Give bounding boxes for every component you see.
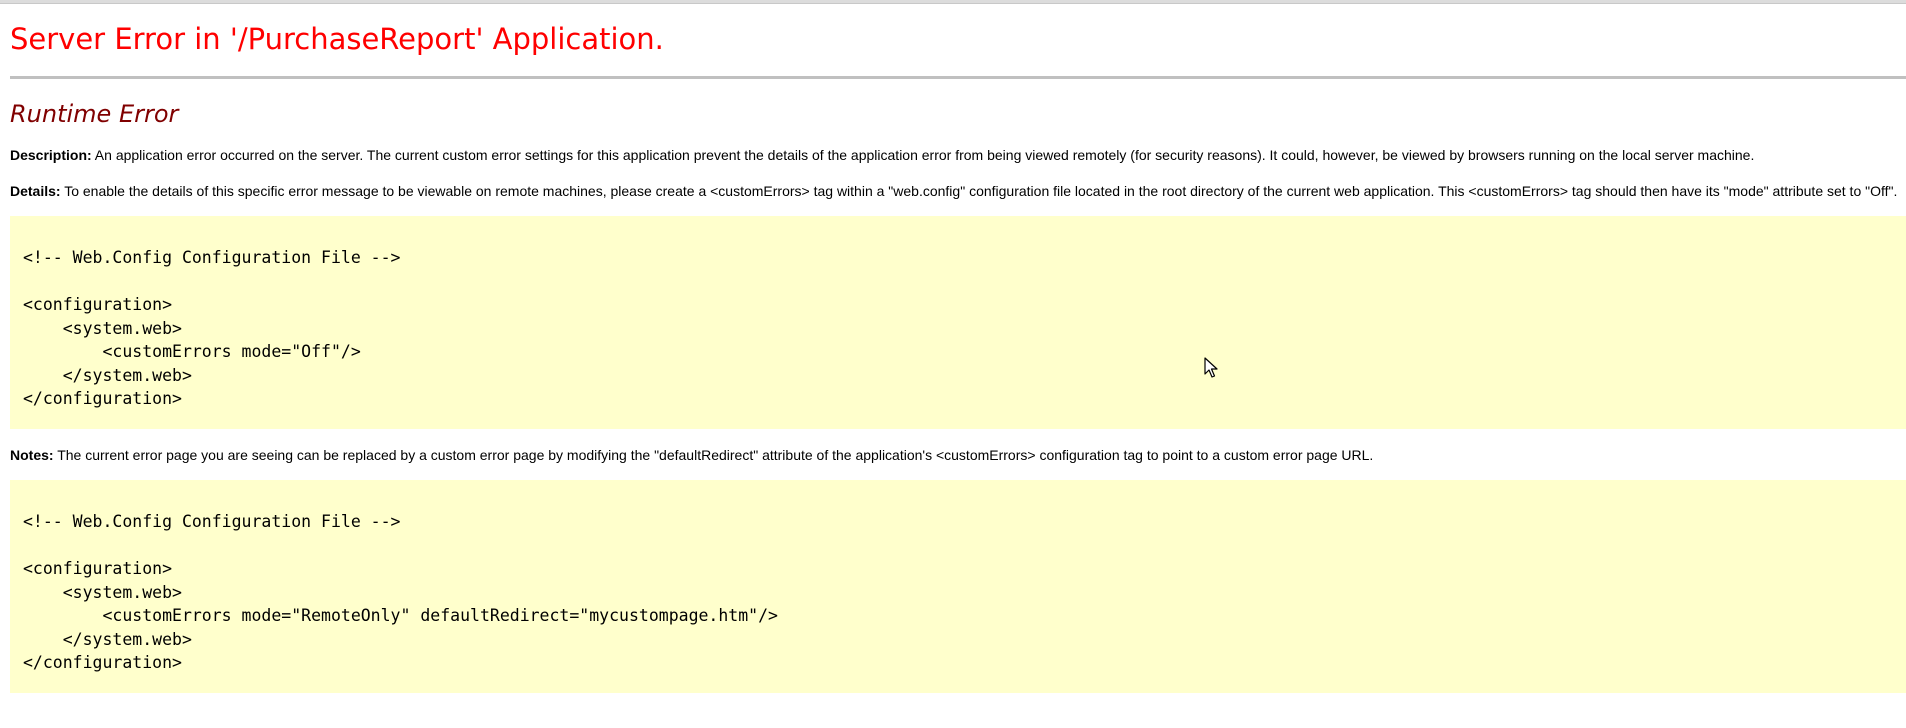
- code-line: </configuration>: [23, 389, 182, 408]
- notes-paragraph: Notes: The current error page you are se…: [10, 446, 1373, 464]
- browser-top-border: [0, 0, 1906, 4]
- code-line: <system.web>: [23, 582, 182, 602]
- title-divider: [10, 76, 1906, 79]
- description-paragraph: Description: An application error occurr…: [10, 146, 1754, 164]
- mouse-pointer-icon: [1204, 357, 1218, 378]
- description-label: Description:: [10, 147, 92, 163]
- notes-text: The current error page you are seeing ca…: [53, 447, 1374, 463]
- details-text: To enable the details of this specific e…: [60, 183, 1898, 199]
- config-code-sample-remoteonly: <!-- Web.Config Configuration File --> <…: [10, 480, 1906, 693]
- notes-label: Notes:: [10, 447, 54, 463]
- code-line: <!-- Web.Config Configuration File -->: [23, 248, 401, 267]
- code-line: </system.web>: [23, 365, 192, 385]
- code-line: <!-- Web.Config Configuration File -->: [23, 512, 401, 531]
- code-line: <system.web>: [23, 318, 182, 338]
- code-line: </system.web>: [23, 629, 192, 649]
- code-line: <configuration>: [23, 559, 173, 578]
- page-title: Server Error in '/PurchaseReport' Applic…: [10, 22, 664, 56]
- error-type-heading: Runtime Error: [10, 100, 179, 128]
- code-line: <customErrors mode="RemoteOnly" defaultR…: [23, 606, 778, 625]
- config-code-sample-off: <!-- Web.Config Configuration File --> <…: [10, 216, 1906, 429]
- code-line: <customErrors mode="Off"/>: [23, 342, 361, 361]
- code-line: </configuration>: [23, 653, 182, 672]
- details-paragraph: Details: To enable the details of this s…: [10, 182, 1897, 200]
- code-line: <configuration>: [23, 295, 173, 314]
- description-text: An application error occurred on the ser…: [91, 147, 1755, 163]
- details-label: Details:: [10, 183, 61, 199]
